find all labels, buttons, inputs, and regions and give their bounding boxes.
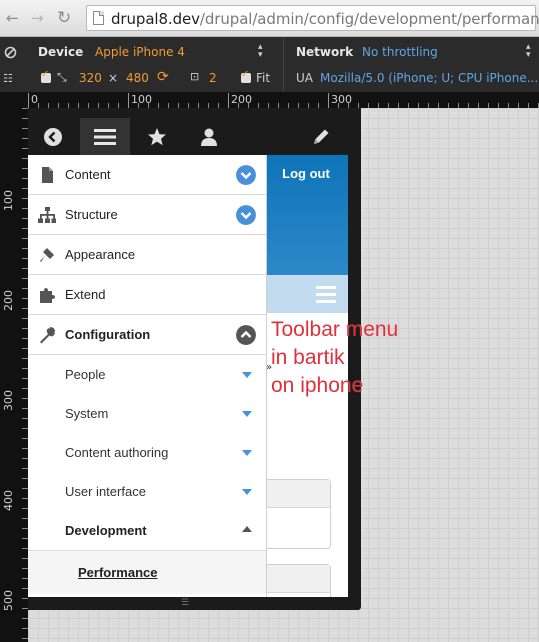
file-icon [42, 167, 53, 183]
tray-item-label: Extend [65, 287, 106, 302]
network-label: Network [296, 45, 354, 59]
device-emulation-bar: Device Apple iPhone 4 ▴▾ ☷ ⤡ 320 × 480 ⟳… [0, 37, 539, 92]
address-bar[interactable]: drupal8.dev/drupal/admin/config/developm… [86, 5, 539, 31]
ruler-tick-label: 0 [28, 93, 38, 108]
toolbar-edit-button[interactable] [296, 118, 346, 155]
tray-subitem-label: Content authoring [65, 445, 169, 460]
active-link-label[interactable]: Performance [78, 565, 157, 580]
ruler-tick-label: 100 [2, 190, 15, 211]
expand-triangle-icon[interactable] [242, 450, 252, 456]
url-text[interactable]: drupal8.dev/drupal/admin/config/developm… [111, 10, 539, 28]
pencil-icon [314, 129, 329, 144]
tray-resize-handle[interactable]: ☰ [28, 597, 348, 610]
network-select-arrows-icon[interactable]: ▴ ▾ [526, 43, 531, 60]
times-symbol: × [108, 71, 119, 85]
swap-dimensions-icon[interactable]: ⟳ [157, 69, 169, 85]
star-icon [148, 127, 166, 145]
tray-subitem-system[interactable]: System [28, 394, 266, 433]
user-icon [201, 128, 217, 146]
tray-subitem-label: System [65, 406, 109, 421]
tray-subitem-content-authoring[interactable]: Content authoring [28, 433, 266, 472]
ruler-left: 100 200 300 400 500 [0, 108, 28, 642]
tray-subitem-people[interactable]: People [28, 355, 266, 394]
annotation-text: Toolbar menu in bartik on iphone [271, 318, 399, 397]
back-arrow-icon[interactable]: ← [6, 9, 19, 27]
toolbar-menu-button[interactable] [80, 118, 130, 155]
no-emulation-icon[interactable] [4, 46, 17, 59]
toolbar-user-button[interactable] [184, 118, 234, 155]
content-block [266, 479, 331, 549]
chevron-up-icon[interactable] [236, 325, 256, 345]
ruler-corner [0, 92, 28, 108]
hamburger-icon [94, 128, 116, 145]
page-icon [93, 11, 104, 25]
expand-triangle-icon[interactable] [242, 411, 252, 417]
network-select[interactable]: No throttling [362, 45, 438, 59]
fit-label: Fit [256, 71, 271, 85]
tray-link-performance[interactable]: Performance [28, 550, 266, 594]
tray-item-configuration[interactable]: Configuration [28, 315, 266, 355]
ruler-tick-label: 100 [128, 93, 152, 108]
height-input[interactable]: 480 [126, 71, 149, 85]
brush-icon [40, 248, 54, 262]
pixel-ratio-icon: ⊡ [190, 70, 200, 83]
admin-toolbar [28, 118, 348, 155]
toolbar-shortcuts-button[interactable] [132, 118, 182, 155]
chevron-down-icon[interactable] [236, 205, 256, 225]
device-select[interactable]: Apple iPhone 4 [95, 45, 185, 59]
device-select-arrows-icon[interactable]: ▴ ▾ [258, 43, 263, 60]
main-menu-toggle-icon[interactable] [316, 300, 336, 303]
chevron-down-icon[interactable] [236, 165, 256, 185]
ruler-tick-label: 400 [2, 490, 15, 511]
ruler-top: 0 100 200 300 [28, 92, 539, 108]
resize-arrows-icon: ⤡ [57, 70, 67, 84]
width-input[interactable]: 320 [79, 71, 102, 85]
grip-icon: ☰ [181, 598, 190, 608]
devbar-separator [283, 37, 284, 92]
tray-subitem-user-interface[interactable]: User interface [28, 472, 266, 511]
tray-item-label: Appearance [65, 247, 136, 262]
ruler-tick-label: 500 [2, 590, 15, 611]
tray-item-structure[interactable]: Structure [28, 195, 266, 235]
ruler-tick-label: 200 [2, 290, 15, 311]
ua-input[interactable]: Mozilla/5.0 (iPhone; U; CPU iPhone... [320, 71, 538, 85]
media-queries-icon[interactable]: ☷ [3, 72, 13, 85]
expand-triangle-icon[interactable] [242, 372, 252, 378]
expand-triangle-icon[interactable] [242, 489, 252, 495]
pixel-ratio-input[interactable]: 2 [209, 71, 217, 85]
tray-subitem-label: People [65, 367, 106, 382]
ruler-tick-label: 200 [228, 93, 252, 108]
back-icon [44, 127, 62, 146]
tray-item-label: Content [65, 167, 111, 182]
reload-icon[interactable]: ↻ [57, 9, 71, 27]
tray-subitem-development[interactable]: Development [28, 511, 266, 550]
ruler-tick-label: 300 [2, 390, 15, 411]
sitemap-icon [38, 207, 56, 223]
device-label: Device [38, 45, 84, 59]
tray-item-appearance[interactable]: Appearance [28, 235, 266, 275]
tray-item-extend[interactable]: Extend [28, 275, 266, 315]
tray-subitem-label: User interface [65, 484, 146, 499]
browser-toolbar: ← → ↻ drupal8.dev/drupal/admin/config/de… [0, 0, 539, 37]
tray-item-label: Configuration [65, 327, 151, 342]
logout-link[interactable]: Log out [266, 166, 346, 181]
ua-label: UA [296, 71, 313, 85]
resolution-checkbox[interactable] [41, 69, 51, 83]
forward-arrow-icon[interactable]: → [31, 9, 44, 27]
collapse-triangle-icon[interactable] [242, 526, 252, 532]
fit-checkbox[interactable] [241, 69, 251, 83]
main-menu-toggle-icon[interactable] [316, 293, 336, 296]
main-menu-toggle-icon[interactable] [316, 286, 336, 289]
ruler-tick-label: 300 [328, 93, 352, 108]
toolbar-back-button[interactable] [28, 118, 78, 155]
tray-subitem-label: Development [65, 523, 147, 538]
puzzle-icon [40, 288, 55, 303]
tray-item-content[interactable]: Content [28, 155, 266, 195]
tray-item-label: Structure [65, 207, 118, 222]
toolbar-tray: Content Structure Appearance Extend Conf… [28, 155, 267, 597]
wrench-icon [40, 327, 55, 344]
